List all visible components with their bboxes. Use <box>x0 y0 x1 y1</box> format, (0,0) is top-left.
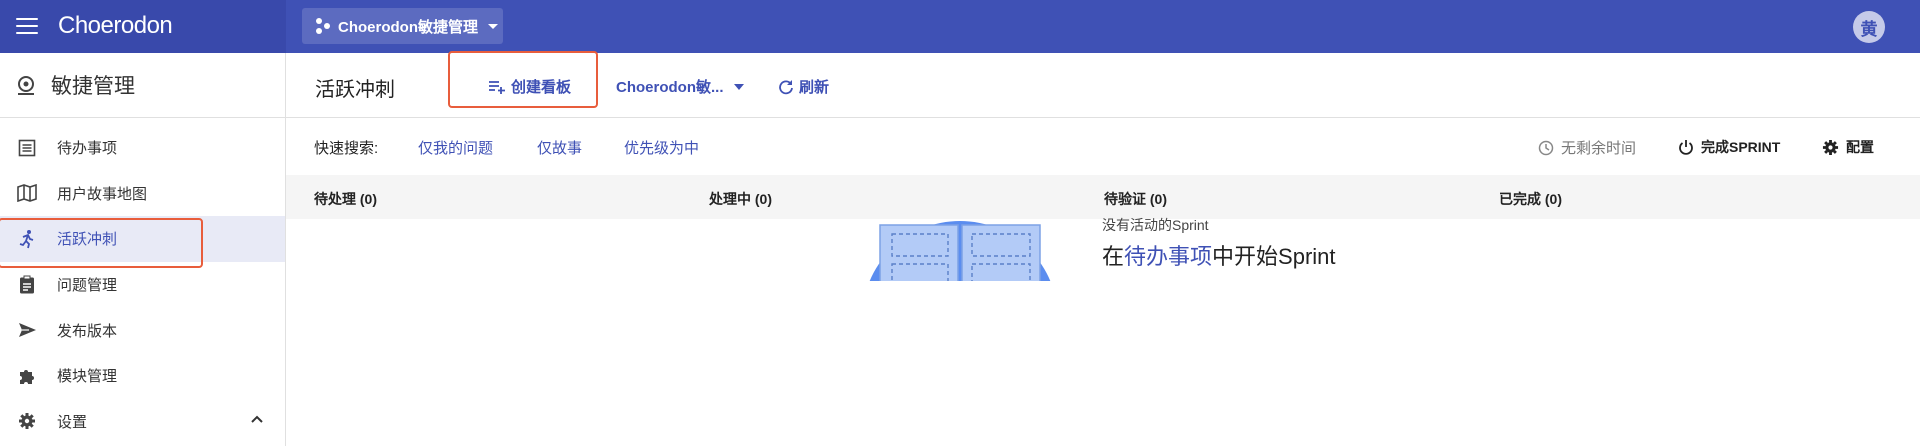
sidebar-item-label: 发布版本 <box>57 322 118 340</box>
clipboard-icon <box>20 275 34 294</box>
empty-state-hint: 在待办事项中开始Sprint <box>1102 239 1336 271</box>
sidebar-title: 敏捷管理 <box>51 75 135 98</box>
refresh-label: 刷新 <box>799 79 830 96</box>
playlist-add-icon <box>489 80 505 94</box>
empty-hint-suffix: 中开始Sprint <box>1212 244 1336 269</box>
sidebar: 敏捷管理 待办事项 用户故事地图 活跃冲刺 问题管理 发布版本 模块管理 设置 <box>0 53 286 446</box>
sidebar-item-story-map[interactable]: 用户故事地图 <box>0 171 285 217</box>
avatar[interactable]: 黄 <box>1853 11 1885 43</box>
sidebar-item-label: 待办事项 <box>57 140 118 158</box>
sidebar-header: 敏捷管理 <box>0 53 285 118</box>
refresh-icon <box>779 79 793 94</box>
main-content: 活跃冲刺 创建看板 Choerodon敏... 刷新 快速搜索: 仅我的问题 仅… <box>286 51 1920 446</box>
quick-search-label: 快速搜索: <box>314 140 379 157</box>
gear-icon <box>19 413 35 430</box>
complete-sprint-label: 完成SPRINT <box>1701 139 1781 155</box>
remaining-time: 无剩余时间 <box>1538 137 1636 158</box>
list-icon <box>18 139 36 157</box>
empty-board-illustration <box>869 221 1051 281</box>
create-board-button[interactable]: 创建看板 <box>488 76 571 97</box>
filter-my-issues[interactable]: 仅我的问题 <box>418 137 493 158</box>
highlight-box-active-sprint <box>0 218 203 268</box>
sidebar-item-backlog[interactable]: 待办事项 <box>0 125 285 171</box>
sidebar-item-modules[interactable]: 模块管理 <box>0 353 285 399</box>
timer-icon <box>1538 140 1554 155</box>
chevron-up-icon[interactable] <box>251 415 263 423</box>
sidebar-item-issues[interactable]: 问题管理 <box>0 262 285 308</box>
backlog-link[interactable]: 待办事项 <box>1124 244 1212 269</box>
sidebar-item-release[interactable]: 发布版本 <box>0 307 285 353</box>
top-bar: Choerodon Choerodon敏捷管理 黄 <box>0 0 1920 53</box>
column-header-done: 已完成 (0) <box>1499 191 1562 207</box>
page-header: 活跃冲刺 创建看板 Choerodon敏... 刷新 <box>286 51 1920 118</box>
project-icon <box>316 18 330 34</box>
chevron-down-icon <box>733 83 744 90</box>
complete-sprint-button[interactable]: 完成SPRINT <box>1678 137 1780 157</box>
empty-state-message: 没有活动的Sprint <box>1102 217 1209 233</box>
power-icon <box>1679 140 1693 155</box>
agile-icon <box>18 76 34 95</box>
puzzle-icon <box>20 369 34 384</box>
empty-state: 没有活动的Sprint 在待办事项中开始Sprint <box>286 217 1920 446</box>
board-select[interactable]: Choerodon敏... <box>616 76 744 97</box>
board-select-label: Choerodon敏... <box>616 79 724 96</box>
map-icon <box>17 184 37 203</box>
sidebar-item-settings[interactable]: 设置 <box>0 399 285 445</box>
project-name: Choerodon敏捷管理 <box>338 18 478 36</box>
column-header-to-verify: 待验证 (0) <box>1104 191 1167 207</box>
menu-icon[interactable] <box>16 15 38 37</box>
remaining-time-label: 无剩余时间 <box>1561 140 1637 157</box>
create-board-label: 创建看板 <box>511 79 572 96</box>
gear-icon <box>1822 139 1839 155</box>
brand-logo: Choerodon <box>58 12 173 39</box>
filter-stories-only[interactable]: 仅故事 <box>537 137 582 158</box>
send-icon <box>18 323 36 338</box>
sidebar-item-label: 问题管理 <box>57 277 118 295</box>
chevron-down-icon <box>488 23 498 29</box>
sidebar-item-label: 用户故事地图 <box>57 185 148 203</box>
column-header-todo: 待处理 (0) <box>314 191 377 207</box>
config-label: 配置 <box>1846 139 1874 155</box>
project-selector[interactable]: Choerodon敏捷管理 <box>302 8 503 44</box>
sidebar-item-label: 设置 <box>57 413 88 431</box>
filter-priority-medium[interactable]: 优先级为中 <box>624 137 699 158</box>
empty-hint-prefix: 在 <box>1102 244 1125 269</box>
column-header-in-progress: 处理中 (0) <box>709 191 772 207</box>
sidebar-item-label: 模块管理 <box>57 368 118 386</box>
quick-search-bar: 快速搜索: 仅我的问题 仅故事 优先级为中 无剩余时间 完成SPRINT 配置 <box>286 118 1920 175</box>
page-title: 活跃冲刺 <box>315 79 395 101</box>
refresh-button[interactable]: 刷新 <box>778 76 829 97</box>
config-button[interactable]: 配置 <box>1822 137 1874 157</box>
board-column-headers: 待处理 (0) 处理中 (0) 待验证 (0) 已完成 (0) <box>286 175 1920 219</box>
